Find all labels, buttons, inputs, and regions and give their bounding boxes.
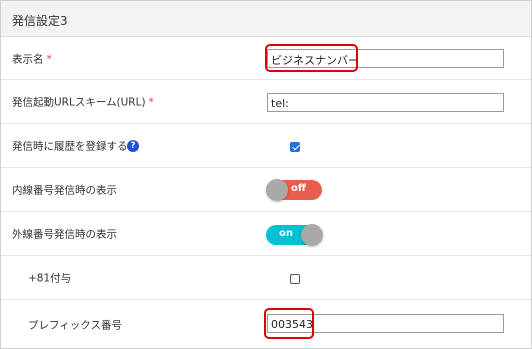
panel-title: 発信設定3 xyxy=(12,14,68,28)
row-add-81: +81付与 xyxy=(1,257,531,300)
required-mark: * xyxy=(148,96,154,109)
highlight-box xyxy=(265,44,358,72)
url-scheme-input[interactable] xyxy=(267,93,504,112)
internal-display-label: 内線番号発信時の表示 xyxy=(12,184,117,197)
url-scheme-label-text: 発信起動URLスキーム(URL) xyxy=(12,96,146,109)
external-display-toggle[interactable]: on xyxy=(266,224,323,246)
register-history-label: 発信時に履歴を登録する xyxy=(12,140,128,153)
display-name-label-text: 表示名 xyxy=(12,53,44,65)
help-icon[interactable]: ? xyxy=(127,140,139,152)
row-internal-display: 内線番号発信時の表示 off xyxy=(1,169,531,212)
required-mark: * xyxy=(46,53,52,65)
toggle-text: on xyxy=(279,228,293,239)
toggle-knob xyxy=(266,179,288,201)
internal-display-toggle[interactable]: off xyxy=(266,179,322,201)
settings-panel: 発信設定3 表示名* 発信起動URLスキーム(URL)* 発信時に履歴を登録する… xyxy=(0,0,532,349)
row-external-display: 外線番号発信時の表示 on xyxy=(1,213,531,256)
add-81-label: +81付与 xyxy=(28,272,72,285)
register-history-checkbox[interactable] xyxy=(290,142,300,152)
toggle-text: off xyxy=(291,183,306,194)
row-prefix-number: プレフィックス番号 xyxy=(1,301,531,348)
url-scheme-label: 発信起動URLスキーム(URL) * xyxy=(12,95,154,110)
external-display-label: 外線番号発信時の表示 xyxy=(12,228,117,241)
row-display-name: 表示名 * xyxy=(1,38,531,80)
display-name-label: 表示名 * xyxy=(12,51,52,66)
prefix-number-label: プレフィックス番号 xyxy=(28,319,122,331)
add-81-checkbox[interactable] xyxy=(290,274,300,284)
row-register-history: 発信時に履歴を登録する ? xyxy=(1,125,531,168)
toggle-knob xyxy=(301,224,323,246)
row-url-scheme: 発信起動URLスキーム(URL) * xyxy=(1,81,531,124)
panel-header: 発信設定3 xyxy=(1,1,531,37)
highlight-box xyxy=(264,308,314,339)
